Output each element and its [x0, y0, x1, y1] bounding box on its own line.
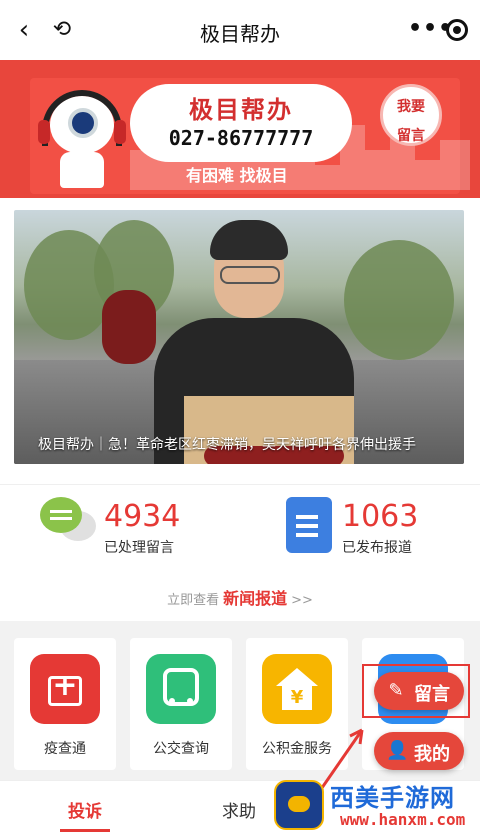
- service-tile-bus-query[interactable]: 公交查询: [130, 638, 232, 770]
- more-link-prefix: 立即查看: [167, 593, 220, 608]
- handled-label: 已处理留言: [104, 540, 174, 556]
- top-bar: ‹ ⟲ 极目帮办 •••: [0, 0, 480, 61]
- site-watermark: 西美手游网 www.hanxm.com: [268, 776, 480, 834]
- service-label: 公交查询: [153, 741, 209, 757]
- stats-panel: 4934 已处理留言 1063 已发布报道 立即查看 新闻报道 >>: [0, 484, 480, 621]
- tab-complaint[interactable]: 投诉: [68, 797, 102, 822]
- handled-count: 4934: [104, 499, 181, 534]
- tab-help[interactable]: 求助: [222, 797, 256, 822]
- stamp-line-1: 我要: [397, 99, 425, 115]
- highlight-annotation-box: [362, 664, 470, 718]
- page-title: 极目帮办: [200, 22, 280, 46]
- stamp-line-2: 留言: [397, 128, 425, 144]
- back-icon[interactable]: ‹: [12, 16, 36, 44]
- my-profile-label: 我的: [414, 744, 450, 765]
- document-icon: [286, 497, 332, 553]
- published-label: 已发布报道: [342, 540, 412, 556]
- my-profile-button[interactable]: 👤 我的: [374, 732, 464, 770]
- published-count: 1063: [342, 499, 419, 534]
- news-caption[interactable]: 极目帮办｜急！革命老区红枣滞销，吴天祥呼吁各界伸出援手: [38, 434, 416, 454]
- chat-bubbles-icon: [40, 497, 96, 543]
- robot-mascot: [38, 90, 128, 190]
- service-label: 疫查通: [44, 741, 86, 757]
- watermark-name: 西美手游网: [330, 784, 455, 812]
- user-icon: 👤: [386, 740, 409, 761]
- hotline-number[interactable]: 027-86777777: [130, 126, 352, 150]
- gamepad-logo-icon: [274, 780, 324, 830]
- bus-icon: [146, 654, 216, 724]
- refresh-icon[interactable]: ⟲: [50, 18, 74, 42]
- more-link-text: 新闻报道: [223, 589, 288, 608]
- banner-slogan: 有困难 找极目: [186, 166, 288, 185]
- brand-bubble: 极目帮办 027-86777777: [130, 84, 352, 162]
- service-tile-epidemic-check[interactable]: 疫查通: [14, 638, 116, 770]
- hero-banner: 极目帮办 027-86777777 有困难 找极目 我要 留言: [0, 60, 480, 198]
- leave-message-stamp-button[interactable]: 我要 留言: [380, 84, 442, 146]
- featured-news-card: 极目帮办｜急！革命老区红枣滞销，吴天祥呼吁各界伸出援手: [0, 198, 480, 484]
- brand-name: 极目帮办: [189, 96, 293, 124]
- more-link-suffix: >>: [291, 593, 313, 608]
- first-aid-kit-icon: [30, 654, 100, 724]
- close-mini-program-icon[interactable]: [446, 19, 468, 41]
- featured-news-photo[interactable]: 极目帮办｜急！革命老区红枣滞销，吴天祥呼吁各界伸出援手: [14, 210, 464, 464]
- active-tab-indicator: [60, 829, 110, 832]
- news-reports-link[interactable]: 立即查看 新闻报道 >>: [0, 585, 480, 609]
- watermark-url: www.hanxm.com: [340, 810, 466, 829]
